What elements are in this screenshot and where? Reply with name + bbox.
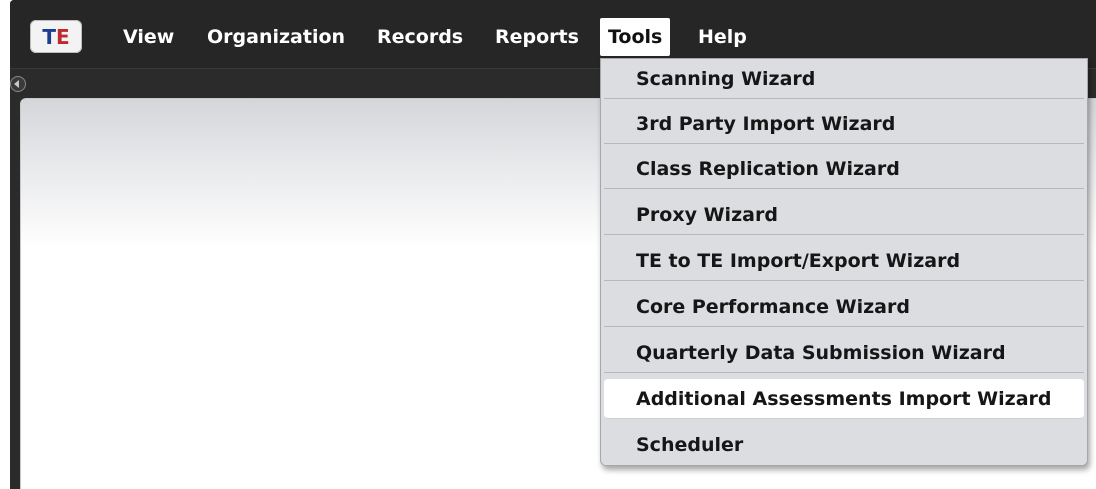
menu-tools[interactable]: Tools <box>600 18 671 56</box>
te-logo[interactable]: TE <box>30 20 82 53</box>
menu-item-proxy-wizard[interactable]: Proxy Wizard <box>604 195 1084 235</box>
menu-item-scheduler[interactable]: Scheduler <box>604 425 1084 465</box>
menu-item-te-to-te-import-export-wizard[interactable]: TE to TE Import/Export Wizard <box>604 241 1084 281</box>
logo-text: TE <box>42 24 70 49</box>
menu-item-class-replication-wizard[interactable]: Class Replication Wizard <box>604 149 1084 189</box>
menu-item-quarterly-data-submission-wizard[interactable]: Quarterly Data Submission Wizard <box>604 333 1084 373</box>
chevron-left-circle-icon[interactable] <box>10 76 26 92</box>
menu-records[interactable]: Records <box>369 18 471 56</box>
menu-reports[interactable]: Reports <box>487 18 587 56</box>
tools-dropdown-menu: Scanning Wizard 3rd Party Import Wizard … <box>600 58 1088 466</box>
menu-help[interactable]: Help <box>690 18 755 56</box>
menu-view[interactable]: View <box>115 18 182 56</box>
menu-item-3rd-party-import-wizard[interactable]: 3rd Party Import Wizard <box>604 104 1084 144</box>
menu-item-core-performance-wizard[interactable]: Core Performance Wizard <box>604 287 1084 327</box>
menu-item-additional-assessments-import-wizard[interactable]: Additional Assessments Import Wizard <box>604 379 1084 419</box>
menu-item-scanning-wizard[interactable]: Scanning Wizard <box>604 59 1084 99</box>
menu-organization[interactable]: Organization <box>199 18 353 56</box>
